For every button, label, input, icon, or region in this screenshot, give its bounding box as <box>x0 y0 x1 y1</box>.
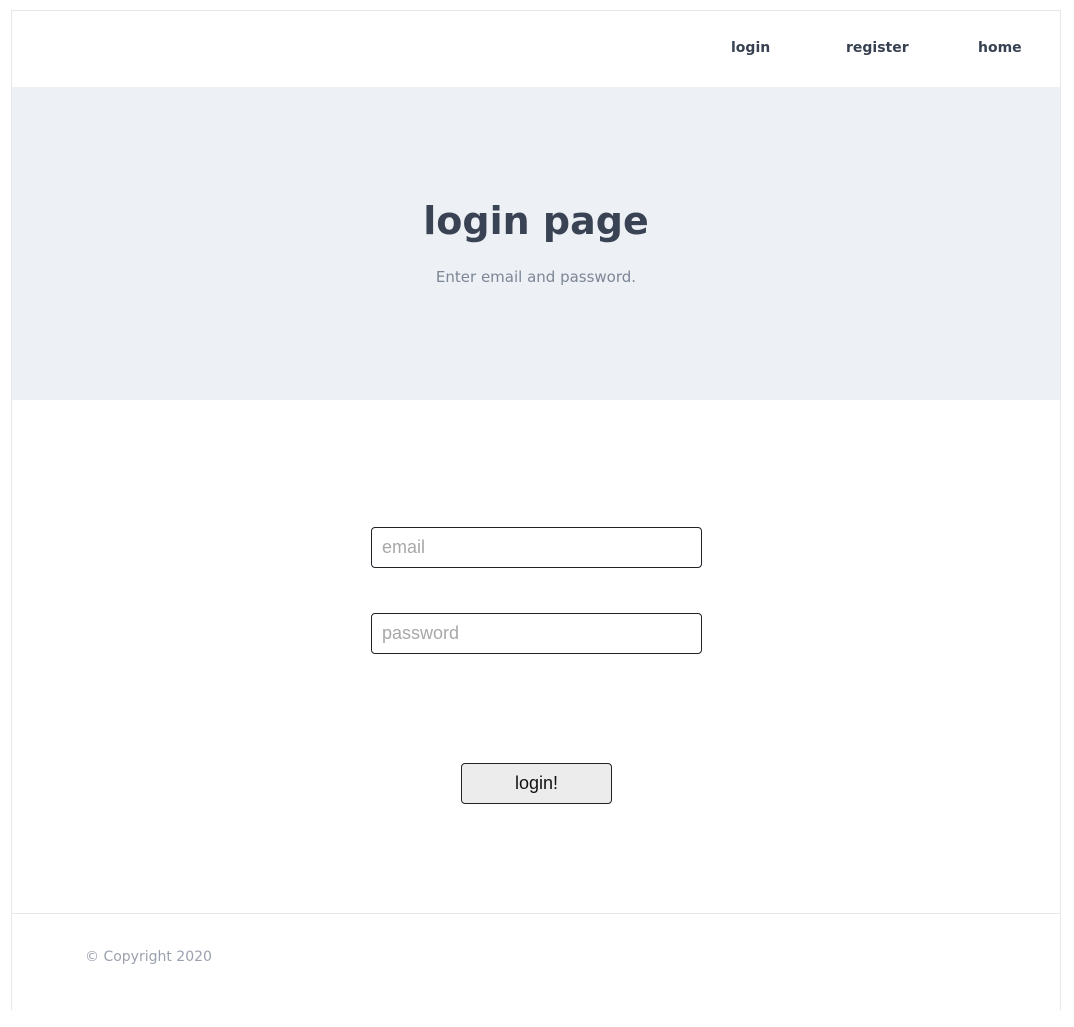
nav-login-link[interactable]: login <box>731 40 770 56</box>
page-subtitle: Enter email and password. <box>435 268 637 286</box>
login-submit-button[interactable]: login! <box>461 763 612 804</box>
page-frame: login register home login page Enter ema… <box>11 10 1061 1010</box>
password-field[interactable] <box>371 613 702 654</box>
copyright-text: © Copyright 2020 <box>85 949 212 965</box>
top-navigation: login register home <box>12 11 1060 87</box>
email-field[interactable] <box>371 527 702 568</box>
page-title: login page <box>423 199 649 243</box>
nav-home-link[interactable]: home <box>978 40 1022 56</box>
footer: © Copyright 2020 <box>12 913 1060 1010</box>
nav-register-link[interactable]: register <box>846 40 909 56</box>
hero-banner: login page Enter email and password. <box>12 87 1060 400</box>
